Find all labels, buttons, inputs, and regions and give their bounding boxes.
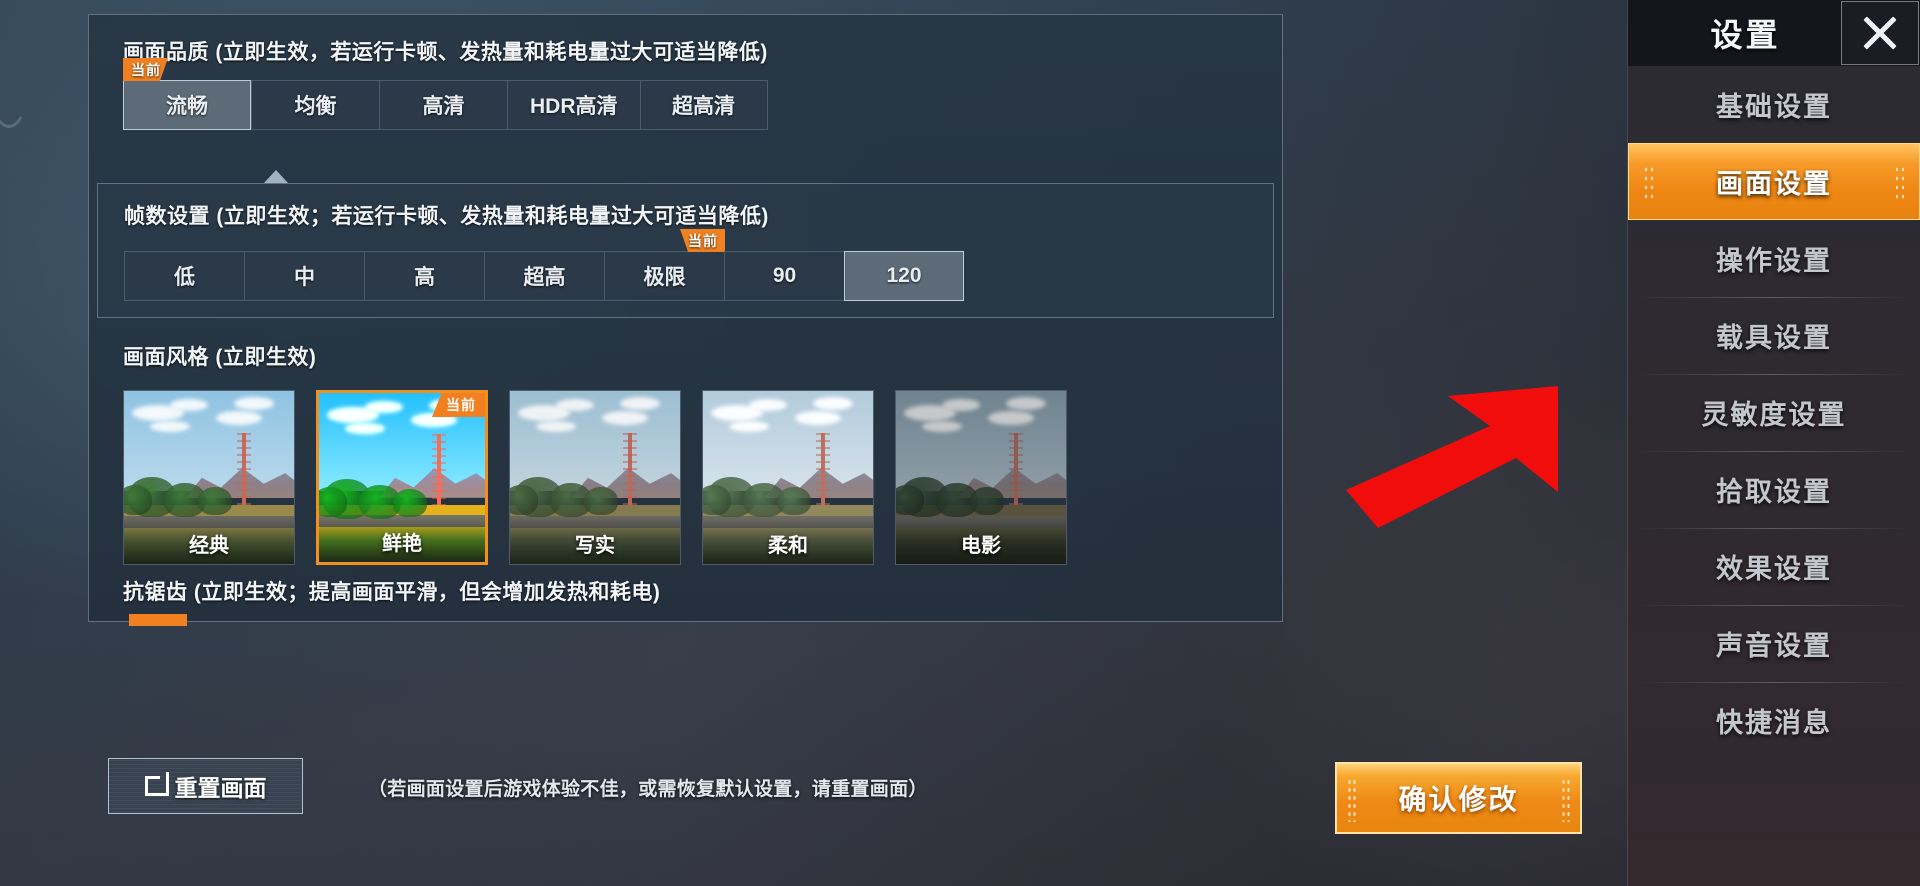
picture-style-option[interactable]: 柔和 xyxy=(702,390,874,565)
framerate-option[interactable]: 超高 xyxy=(484,251,604,301)
confirm-dots-right-icon xyxy=(1561,778,1570,822)
picture-style-option-label: 写实 xyxy=(510,522,680,564)
picture-quality-option[interactable]: 均衡 xyxy=(251,80,379,130)
picture-quality-option-label: 高清 xyxy=(422,95,465,118)
framerate-option-label: 90 xyxy=(772,264,797,287)
framerate-option-label: 低 xyxy=(174,266,195,289)
antialias-current-badge xyxy=(129,614,187,626)
framerate-option[interactable]: 低 xyxy=(124,251,244,301)
sidebar-dots-left-icon xyxy=(1643,164,1654,199)
framerate-section: 帧数设置 (立即生效；若运行卡顿、发热量和耗电量过大可适当降低) 低 中 高 超高 当前… xyxy=(97,183,1274,318)
picture-style-option[interactable]: 当前 鲜艳 xyxy=(316,390,488,565)
sidebar-item-2[interactable]: 操作设置 xyxy=(1628,220,1920,297)
framerate-option-label: 高 xyxy=(414,266,435,289)
picture-style-option-label: 经典 xyxy=(124,522,294,564)
picture-quality-option[interactable]: 超高清 xyxy=(639,80,768,130)
picture-style-option-label: 柔和 xyxy=(703,522,873,564)
sidebar-item-8[interactable]: 快捷消息 xyxy=(1628,682,1920,759)
sidebar-item-label: 拾取设置 xyxy=(1716,477,1832,507)
section-caret-icon xyxy=(264,170,288,183)
framerate-option-label: 极限 xyxy=(643,266,686,289)
sidebar-item-label: 灵敏度设置 xyxy=(1701,400,1847,430)
close-icon[interactable] xyxy=(1841,1,1919,65)
picture-quality-option-label: 超高清 xyxy=(672,95,735,118)
reset-icon xyxy=(144,772,169,796)
picture-quality-option[interactable]: 高清 xyxy=(379,80,507,130)
antialias-section: 抗锯齿 (立即生效；提高画面平滑，但会增加发热和耗电) xyxy=(123,581,661,626)
picture-style-option[interactable]: 写实 xyxy=(509,390,681,565)
framerate-option-label: 中 xyxy=(294,266,315,289)
framerate-options: 低 中 高 超高 当前极限 90 120 xyxy=(124,229,1273,301)
sidebar-item-label: 快捷消息 xyxy=(1716,708,1832,738)
picture-style-option[interactable]: 电影 xyxy=(895,390,1067,565)
sidebar-item-label: 效果设置 xyxy=(1716,554,1832,584)
framerate-option[interactable]: 当前极限 xyxy=(604,229,725,301)
picture-style-options: 经典 当前 鲜艳 写实 柔和 电影 xyxy=(123,390,1262,565)
picture-quality-option-label: HDR高清 xyxy=(530,95,618,118)
confirm-changes-label: 确认修改 xyxy=(1398,784,1519,815)
sidebar-item-7[interactable]: 声音设置 xyxy=(1628,605,1920,682)
sidebar-item-4[interactable]: 灵敏度设置 xyxy=(1628,374,1920,451)
confirm-changes-button[interactable]: 确认修改 xyxy=(1335,762,1582,834)
picture-quality-option-label: 均衡 xyxy=(294,95,337,118)
picture-style-section: 画面风格 (立即生效) 经典 当前 鲜艳 写实 柔和 电影 xyxy=(123,347,1262,565)
picture-quality-option[interactable]: 当前流畅 xyxy=(123,58,251,130)
reset-graphics-button[interactable]: 重置画面 xyxy=(108,758,303,814)
sidebar-item-6[interactable]: 效果设置 xyxy=(1628,528,1920,605)
picture-quality-options: 当前 流畅 均衡 高清 HDR高清 超高清 xyxy=(123,58,1282,130)
sidebar-item-label: 载具设置 xyxy=(1716,323,1832,353)
framerate-option[interactable]: 120 xyxy=(844,251,964,301)
sidebar-item-0[interactable]: 基础设置 xyxy=(1628,66,1920,143)
current-badge: 当前 xyxy=(123,58,168,81)
picture-style-option[interactable]: 经典 xyxy=(123,390,295,565)
framerate-title: 帧数设置 (立即生效；若运行卡顿、发热量和耗电量过大可适当降低) xyxy=(124,205,769,228)
sidebar-dots-right-icon xyxy=(1894,164,1905,199)
picture-quality-option[interactable]: HDR高清 xyxy=(507,80,640,130)
sidebar-item-label: 画面设置 xyxy=(1716,169,1832,199)
framerate-option[interactable]: 90 xyxy=(724,251,844,301)
confirm-dots-left-icon xyxy=(1347,778,1356,822)
sidebar-title: 设置 xyxy=(1710,17,1781,53)
reset-graphics-label: 重置画面 xyxy=(174,775,267,801)
framerate-option-label: 超高 xyxy=(523,266,566,289)
sidebar-item-1[interactable]: 画面设置 xyxy=(1628,143,1920,220)
sidebar-header: 设置 xyxy=(1628,0,1920,66)
framerate-option-label: 120 xyxy=(886,264,922,287)
sidebar-item-3[interactable]: 载具设置 xyxy=(1628,297,1920,374)
current-badge: 当前 xyxy=(680,229,725,252)
picture-quality-title: 画面品质 (立即生效，若运行卡顿、发热量和耗电量过大可适当降低) xyxy=(123,41,768,64)
framerate-option[interactable]: 中 xyxy=(244,251,364,301)
picture-quality-option-label: 流畅 xyxy=(166,95,208,118)
sidebar-item-label: 基础设置 xyxy=(1716,92,1832,122)
sidebar-menu: 基础设置画面设置操作设置载具设置灵敏度设置拾取设置效果设置声音设置快捷消息 xyxy=(1628,66,1920,759)
picture-style-option-label: 电影 xyxy=(896,522,1066,564)
antialias-title: 抗锯齿 (立即生效；提高画面平滑，但会增加发热和耗电) xyxy=(123,581,661,604)
sidebar-item-label: 声音设置 xyxy=(1716,631,1832,661)
picture-style-title: 画面风格 (立即生效) xyxy=(123,346,317,369)
framerate-option[interactable]: 高 xyxy=(364,251,484,301)
settings-sidebar: 设置 基础设置画面设置操作设置载具设置灵敏度设置拾取设置效果设置声音设置快捷消息 xyxy=(1627,0,1920,886)
picture-quality-section: 画面品质 (立即生效，若运行卡顿、发热量和耗电量过大可适当降低) 当前 流畅 均衡高… xyxy=(89,15,1282,130)
picture-style-option-label: 鲜艳 xyxy=(319,520,485,562)
reset-hint-text: （若画面设置后游戏体验不佳，或需恢复默认设置，请重置画面） xyxy=(368,779,928,800)
sidebar-item-5[interactable]: 拾取设置 xyxy=(1628,451,1920,528)
sidebar-item-label: 操作设置 xyxy=(1716,246,1832,276)
graphics-settings-panel: 画面品质 (立即生效，若运行卡顿、发热量和耗电量过大可适当降低) 当前 流畅 均衡高… xyxy=(88,14,1283,626)
red-arrow-icon xyxy=(1346,386,1558,528)
